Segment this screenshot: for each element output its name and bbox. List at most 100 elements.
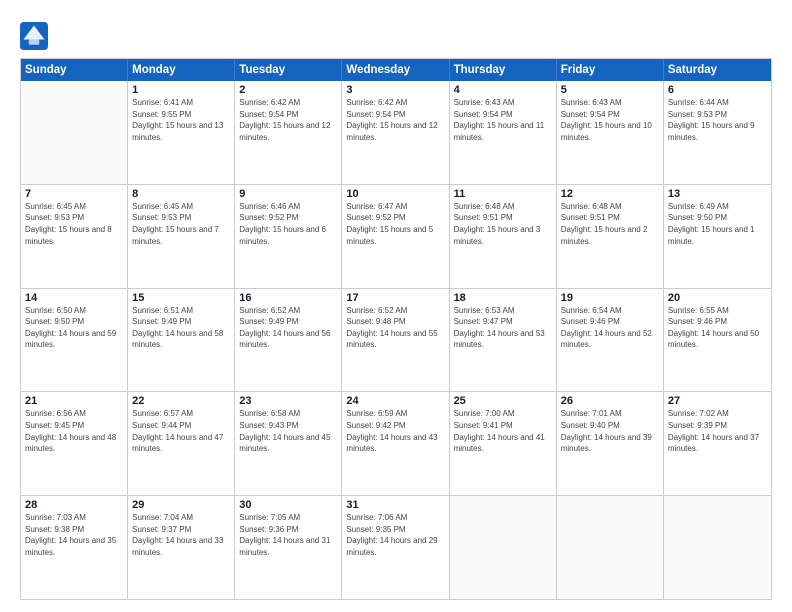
day-info: Sunrise: 6:42 AMSunset: 9:54 PMDaylight:… — [239, 97, 337, 143]
day-cell-26: 26Sunrise: 7:01 AMSunset: 9:40 PMDayligh… — [557, 392, 664, 495]
day-info: Sunrise: 7:05 AMSunset: 9:36 PMDaylight:… — [239, 512, 337, 558]
day-cell-empty-4-6 — [664, 496, 771, 599]
day-cell-15: 15Sunrise: 6:51 AMSunset: 9:49 PMDayligh… — [128, 289, 235, 392]
day-info: Sunrise: 7:03 AMSunset: 9:38 PMDaylight:… — [25, 512, 123, 558]
day-cell-23: 23Sunrise: 6:58 AMSunset: 9:43 PMDayligh… — [235, 392, 342, 495]
day-number: 31 — [346, 499, 444, 511]
day-number: 12 — [561, 188, 659, 200]
day-info: Sunrise: 6:46 AMSunset: 9:52 PMDaylight:… — [239, 201, 337, 247]
day-number: 21 — [25, 395, 123, 407]
day-cell-2: 2Sunrise: 6:42 AMSunset: 9:54 PMDaylight… — [235, 81, 342, 184]
day-info: Sunrise: 6:42 AMSunset: 9:54 PMDaylight:… — [346, 97, 444, 143]
calendar-week-4: 21Sunrise: 6:56 AMSunset: 9:45 PMDayligh… — [21, 392, 771, 496]
day-cell-24: 24Sunrise: 6:59 AMSunset: 9:42 PMDayligh… — [342, 392, 449, 495]
day-info: Sunrise: 6:51 AMSunset: 9:49 PMDaylight:… — [132, 305, 230, 351]
day-number: 29 — [132, 499, 230, 511]
day-number: 5 — [561, 84, 659, 96]
day-number: 1 — [132, 84, 230, 96]
calendar: SundayMondayTuesdayWednesdayThursdayFrid… — [20, 58, 772, 600]
day-cell-22: 22Sunrise: 6:57 AMSunset: 9:44 PMDayligh… — [128, 392, 235, 495]
day-number: 11 — [454, 188, 552, 200]
day-cell-empty-4-5 — [557, 496, 664, 599]
day-cell-17: 17Sunrise: 6:52 AMSunset: 9:48 PMDayligh… — [342, 289, 449, 392]
day-number: 14 — [25, 292, 123, 304]
day-number: 27 — [668, 395, 767, 407]
day-number: 22 — [132, 395, 230, 407]
day-cell-21: 21Sunrise: 6:56 AMSunset: 9:45 PMDayligh… — [21, 392, 128, 495]
day-info: Sunrise: 6:44 AMSunset: 9:53 PMDaylight:… — [668, 97, 767, 143]
day-cell-3: 3Sunrise: 6:42 AMSunset: 9:54 PMDaylight… — [342, 81, 449, 184]
header-cell-tuesday: Tuesday — [235, 59, 342, 81]
day-info: Sunrise: 6:55 AMSunset: 9:46 PMDaylight:… — [668, 305, 767, 351]
day-number: 28 — [25, 499, 123, 511]
header-cell-wednesday: Wednesday — [342, 59, 449, 81]
day-cell-27: 27Sunrise: 7:02 AMSunset: 9:39 PMDayligh… — [664, 392, 771, 495]
day-info: Sunrise: 6:45 AMSunset: 9:53 PMDaylight:… — [132, 201, 230, 247]
day-number: 19 — [561, 292, 659, 304]
day-info: Sunrise: 6:45 AMSunset: 9:53 PMDaylight:… — [25, 201, 123, 247]
header-cell-monday: Monday — [128, 59, 235, 81]
calendar-week-1: 1Sunrise: 6:41 AMSunset: 9:55 PMDaylight… — [21, 81, 771, 185]
day-cell-13: 13Sunrise: 6:49 AMSunset: 9:50 PMDayligh… — [664, 185, 771, 288]
day-cell-18: 18Sunrise: 6:53 AMSunset: 9:47 PMDayligh… — [450, 289, 557, 392]
day-cell-9: 9Sunrise: 6:46 AMSunset: 9:52 PMDaylight… — [235, 185, 342, 288]
day-info: Sunrise: 6:43 AMSunset: 9:54 PMDaylight:… — [454, 97, 552, 143]
day-cell-6: 6Sunrise: 6:44 AMSunset: 9:53 PMDaylight… — [664, 81, 771, 184]
day-number: 25 — [454, 395, 552, 407]
day-cell-14: 14Sunrise: 6:50 AMSunset: 9:50 PMDayligh… — [21, 289, 128, 392]
logo — [20, 22, 53, 50]
calendar-week-2: 7Sunrise: 6:45 AMSunset: 9:53 PMDaylight… — [21, 185, 771, 289]
day-cell-empty-0-0 — [21, 81, 128, 184]
day-number: 30 — [239, 499, 337, 511]
day-number: 9 — [239, 188, 337, 200]
day-info: Sunrise: 7:06 AMSunset: 9:35 PMDaylight:… — [346, 512, 444, 558]
header-cell-sunday: Sunday — [21, 59, 128, 81]
calendar-week-5: 28Sunrise: 7:03 AMSunset: 9:38 PMDayligh… — [21, 496, 771, 599]
day-cell-7: 7Sunrise: 6:45 AMSunset: 9:53 PMDaylight… — [21, 185, 128, 288]
calendar-header: SundayMondayTuesdayWednesdayThursdayFrid… — [21, 59, 771, 81]
day-info: Sunrise: 7:04 AMSunset: 9:37 PMDaylight:… — [132, 512, 230, 558]
day-number: 17 — [346, 292, 444, 304]
day-number: 7 — [25, 188, 123, 200]
day-cell-30: 30Sunrise: 7:05 AMSunset: 9:36 PMDayligh… — [235, 496, 342, 599]
day-number: 4 — [454, 84, 552, 96]
day-number: 8 — [132, 188, 230, 200]
day-number: 23 — [239, 395, 337, 407]
logo-icon — [20, 22, 48, 50]
day-cell-4: 4Sunrise: 6:43 AMSunset: 9:54 PMDaylight… — [450, 81, 557, 184]
day-info: Sunrise: 6:41 AMSunset: 9:55 PMDaylight:… — [132, 97, 230, 143]
day-info: Sunrise: 6:57 AMSunset: 9:44 PMDaylight:… — [132, 408, 230, 454]
day-cell-empty-4-4 — [450, 496, 557, 599]
day-info: Sunrise: 6:52 AMSunset: 9:48 PMDaylight:… — [346, 305, 444, 351]
day-cell-28: 28Sunrise: 7:03 AMSunset: 9:38 PMDayligh… — [21, 496, 128, 599]
day-number: 20 — [668, 292, 767, 304]
page-header — [20, 18, 772, 50]
day-number: 2 — [239, 84, 337, 96]
day-number: 24 — [346, 395, 444, 407]
day-number: 15 — [132, 292, 230, 304]
day-number: 13 — [668, 188, 767, 200]
day-number: 18 — [454, 292, 552, 304]
day-info: Sunrise: 6:53 AMSunset: 9:47 PMDaylight:… — [454, 305, 552, 351]
day-cell-25: 25Sunrise: 7:00 AMSunset: 9:41 PMDayligh… — [450, 392, 557, 495]
day-number: 26 — [561, 395, 659, 407]
day-info: Sunrise: 6:52 AMSunset: 9:49 PMDaylight:… — [239, 305, 337, 351]
day-info: Sunrise: 6:58 AMSunset: 9:43 PMDaylight:… — [239, 408, 337, 454]
day-cell-10: 10Sunrise: 6:47 AMSunset: 9:52 PMDayligh… — [342, 185, 449, 288]
header-cell-friday: Friday — [557, 59, 664, 81]
day-info: Sunrise: 6:43 AMSunset: 9:54 PMDaylight:… — [561, 97, 659, 143]
day-info: Sunrise: 6:56 AMSunset: 9:45 PMDaylight:… — [25, 408, 123, 454]
day-number: 16 — [239, 292, 337, 304]
day-cell-11: 11Sunrise: 6:48 AMSunset: 9:51 PMDayligh… — [450, 185, 557, 288]
day-cell-8: 8Sunrise: 6:45 AMSunset: 9:53 PMDaylight… — [128, 185, 235, 288]
day-info: Sunrise: 6:49 AMSunset: 9:50 PMDaylight:… — [668, 201, 767, 247]
day-number: 3 — [346, 84, 444, 96]
day-cell-19: 19Sunrise: 6:54 AMSunset: 9:46 PMDayligh… — [557, 289, 664, 392]
day-number: 10 — [346, 188, 444, 200]
day-cell-12: 12Sunrise: 6:48 AMSunset: 9:51 PMDayligh… — [557, 185, 664, 288]
day-info: Sunrise: 6:48 AMSunset: 9:51 PMDaylight:… — [561, 201, 659, 247]
day-cell-5: 5Sunrise: 6:43 AMSunset: 9:54 PMDaylight… — [557, 81, 664, 184]
day-info: Sunrise: 6:48 AMSunset: 9:51 PMDaylight:… — [454, 201, 552, 247]
day-cell-29: 29Sunrise: 7:04 AMSunset: 9:37 PMDayligh… — [128, 496, 235, 599]
calendar-week-3: 14Sunrise: 6:50 AMSunset: 9:50 PMDayligh… — [21, 289, 771, 393]
